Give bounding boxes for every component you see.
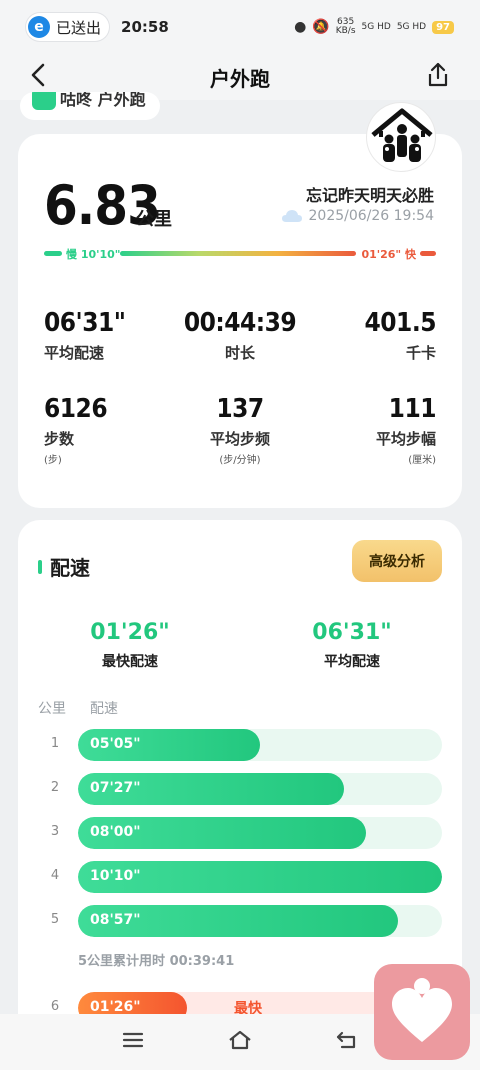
slow-indicator — [44, 251, 62, 256]
split-track: 10'10" — [78, 861, 442, 893]
section-title-text: 配速 — [50, 556, 90, 580]
stat-label: 平均配速 — [44, 344, 105, 362]
distance-unit: 公里 — [136, 209, 172, 230]
split-pace: 07'27" — [90, 780, 141, 796]
app-chip-text: 咕咚 户外跑 — [60, 92, 146, 109]
signal-2: 5G HD — [396, 22, 427, 32]
menu-icon[interactable] — [122, 1030, 144, 1054]
stat-value: 137 — [216, 394, 264, 424]
split-pace: 05'05" — [90, 736, 141, 752]
split-km: 1 — [50, 736, 60, 751]
stat-unit: (步) — [44, 455, 62, 466]
stat-label: 平均步幅 — [375, 430, 436, 448]
split-row: 1 05'05" — [38, 729, 442, 761]
advanced-analysis-button[interactable]: 高级分析 — [352, 540, 442, 582]
stat-unit: (厘米) — [408, 455, 436, 466]
chevron-left-icon[interactable] — [30, 62, 46, 95]
average-pace-value: 06'31" — [312, 620, 392, 645]
split-track: 08'57" — [78, 905, 442, 937]
cumulative-time: 5公里累计用时 00:39:41 — [78, 954, 235, 969]
floating-heart-app[interactable] — [374, 964, 470, 1060]
stat-calories: 401.5 千卡 — [316, 308, 437, 363]
stat-label: 千卡 — [405, 344, 436, 362]
split-track: 05'05" — [78, 729, 442, 761]
column-header-pace: 配速 — [90, 701, 118, 717]
section-marker — [38, 559, 42, 574]
split-km: 6 — [50, 999, 60, 1014]
page-title: 户外跑 — [210, 66, 270, 91]
split-pace: 01'26" — [90, 999, 141, 1015]
share-icon[interactable] — [426, 62, 450, 88]
app-e-icon: e — [28, 16, 50, 38]
split-km: 3 — [50, 824, 60, 839]
stat-label: 平均步频 — [209, 430, 270, 448]
split-row: 5 08'57" — [38, 905, 442, 937]
stat-stride: 111 平均步幅 (厘米) — [316, 394, 437, 466]
datetime-text: 2025/06/26 19:54 — [308, 208, 435, 224]
stat-value: 401.5 — [364, 308, 437, 338]
split-pace: 10'10" — [90, 868, 141, 884]
stat-steps: 6126 步数 (步) — [44, 394, 108, 466]
fast-indicator — [420, 251, 436, 256]
average-pace-summary: 06'31" 平均配速 — [272, 620, 432, 671]
stat-label: 时长 — [224, 344, 255, 362]
stat-cadence: 137 平均步频 (步/分钟) — [160, 394, 320, 466]
stat-value: 00:44:39 — [183, 308, 297, 338]
mute-bell-icon: 🔕 — [312, 19, 330, 35]
sent-indicator[interactable]: e 已送出 — [26, 13, 110, 41]
heart-person-icon — [392, 978, 452, 1042]
cloud-icon — [281, 209, 303, 223]
split-pace: 08'57" — [90, 912, 141, 928]
stat-avg-pace: 06'31" 平均配速 — [44, 308, 126, 363]
fastest-pace-value: 01'26" — [90, 620, 170, 645]
run-motto: 忘记昨天明天必胜 — [305, 186, 434, 205]
average-pace-label: 平均配速 — [324, 654, 380, 670]
status-bar: e 已送出 20:58 ● 🔕 635 KB/s 5G HD 5G HD 97 — [0, 0, 480, 54]
fastest-pace-label: 最快配速 — [102, 654, 158, 670]
split-pace: 08'00" — [90, 824, 141, 840]
column-header-km: 公里 — [38, 701, 66, 717]
stat-value: 06'31" — [44, 308, 126, 338]
net-speed: 635 KB/s — [335, 17, 356, 36]
run-datetime: 2025/06/26 19:54 — [281, 208, 435, 224]
split-track: 08'00" — [78, 817, 442, 849]
home-icon[interactable] — [228, 1030, 252, 1054]
split-row: 2 07'27" — [38, 773, 442, 805]
fastest-pace-summary: 01'26" 最快配速 — [50, 620, 210, 671]
stat-value: 6126 — [44, 394, 108, 424]
back-icon[interactable] — [336, 1030, 358, 1054]
pace-section-title: 配速 — [38, 552, 90, 581]
codoon-logo-icon — [32, 92, 56, 110]
stat-unit: (步/分钟) — [219, 455, 261, 466]
slow-pace-label: 慢 10'10" — [66, 248, 121, 261]
stat-label: 步数 — [44, 430, 75, 448]
split-row: 4 10'10" — [38, 861, 442, 893]
split-km: 5 — [50, 912, 60, 927]
battery-icon: 97 — [432, 20, 454, 34]
pace-range-bar: 慢 10'10" 01'26" 快 — [44, 246, 436, 261]
stat-duration: 00:44:39 时长 — [160, 308, 320, 363]
sent-label: 已送出 — [56, 18, 102, 37]
pace-gradient — [120, 251, 356, 256]
location-icon: ● — [294, 19, 307, 35]
app-chip: 咕咚 户外跑 — [20, 92, 160, 120]
stat-value: 111 — [388, 394, 437, 424]
status-icons: ● 🔕 635 KB/s 5G HD 5G HD 97 — [294, 18, 454, 36]
split-row: 3 08'00" — [38, 817, 442, 849]
fast-pace-label: 01'26" 快 — [361, 248, 416, 261]
split-track: 07'27" — [78, 773, 442, 805]
signal-1: 5G HD — [361, 22, 391, 32]
status-time: 20:58 — [121, 18, 169, 36]
split-km: 4 — [50, 868, 60, 883]
split-km: 2 — [50, 780, 60, 795]
user-avatar[interactable] — [366, 102, 436, 172]
